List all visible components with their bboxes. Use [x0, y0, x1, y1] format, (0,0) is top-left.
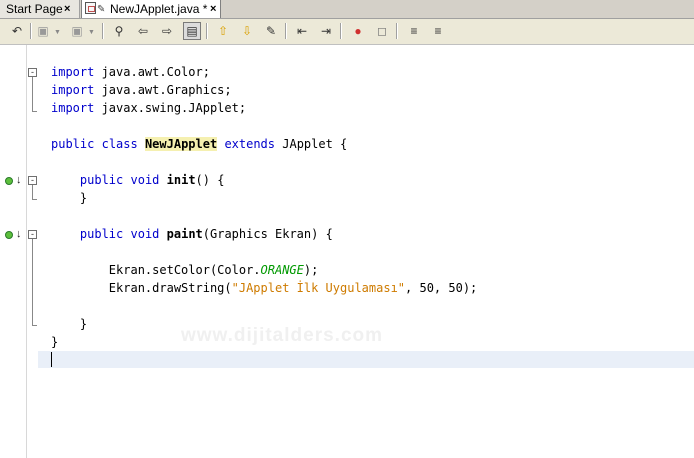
toggle-bookmark-icon[interactable]: ✎ [262, 22, 280, 40]
close-icon[interactable]: × [64, 0, 70, 18]
code-line: } [79, 317, 88, 331]
stop-macro-icon[interactable]: ◻ [373, 22, 391, 40]
code-line: ​ [51, 117, 477, 135]
override-annotation-icon[interactable]: ↓ [5, 228, 23, 241]
code-line: import java.awt.Graphics; [51, 83, 232, 97]
override-annotation-icon[interactable]: ↓ [5, 174, 23, 187]
fold-line [32, 239, 33, 325]
prev-bookmark-icon[interactable]: ⇧ [214, 22, 232, 40]
fold-toggle[interactable]: - [28, 68, 37, 77]
toolbar-separator [340, 23, 342, 39]
start-macro-icon[interactable]: ● [349, 22, 367, 40]
toolbar-separator [396, 23, 398, 39]
uncomment-icon[interactable]: ≡ [429, 22, 447, 40]
fold-line [32, 199, 37, 200]
code-line: } [51, 335, 59, 349]
fold-line [32, 77, 33, 111]
code-line: import javax.swing.JApplet; [51, 101, 247, 115]
close-icon[interactable]: × [210, 0, 216, 18]
tab-label: Start Page [6, 2, 63, 16]
current-line-highlight [38, 351, 694, 368]
tab-start-page[interactable]: Start Page × [0, 0, 80, 18]
fold-toggle[interactable]: - [28, 230, 37, 239]
run-icon[interactable]: ▣ [34, 22, 52, 40]
toolbar-separator [285, 23, 287, 39]
chevron-down-icon[interactable]: ▼ [88, 29, 95, 36]
code-line: public void init() { [79, 173, 225, 187]
shift-left-icon[interactable]: ⇤ [293, 22, 311, 40]
editor-tab-bar: Start Page × ✎ NewJApplet.java * × [0, 0, 694, 19]
comment-icon[interactable]: ≡ [405, 22, 423, 40]
fold-line [32, 111, 37, 112]
code-line: Ekran.drawString("JApplet İlk Uygulaması… [108, 281, 478, 295]
fold-toggle[interactable]: - [28, 176, 37, 185]
editor-toolbar: ↶ ▣ ▼ ▣ ▼ ⚲ ⇦ ⇨ ▤ ⇧ ⇩ ✎ ⇤ ⇥ ● ◻ ≡ ≡ [0, 19, 694, 45]
code-line: import java.awt.Color; [51, 65, 210, 79]
find-next-icon[interactable]: ⇨ [158, 22, 176, 40]
find-prev-icon[interactable]: ⇦ [134, 22, 152, 40]
java-file-icon [85, 2, 96, 14]
tab-newjapplet[interactable]: ✎ NewJApplet.java * × [81, 0, 221, 18]
code-line: } [79, 191, 88, 205]
find-icon[interactable]: ⚲ [110, 22, 128, 40]
tab-label: NewJApplet.java * [110, 2, 208, 16]
fold-line [32, 185, 33, 199]
toolbar-separator [206, 23, 208, 39]
chevron-down-icon[interactable]: ▼ [54, 29, 61, 36]
code-line: ​ [51, 153, 477, 171]
debug-icon[interactable]: ▣ [68, 22, 86, 40]
toggle-highlight-icon[interactable]: ▤ [183, 22, 201, 40]
text-caret [51, 352, 52, 367]
next-bookmark-icon[interactable]: ⇩ [238, 22, 256, 40]
back-to-source-icon[interactable]: ↶ [8, 22, 26, 40]
fold-line [32, 325, 37, 326]
shift-right-icon[interactable]: ⇥ [317, 22, 335, 40]
toolbar-separator [30, 23, 32, 39]
code-line: ​ [51, 207, 477, 225]
code-line: ​ [51, 243, 477, 261]
line-gutter [0, 45, 27, 458]
code-line: public class NewJApplet extends JApplet … [51, 137, 348, 151]
code-line: Ekran.setColor(Color.ORANGE); [108, 263, 319, 277]
code-line: ​ [51, 297, 477, 315]
modified-icon: ✎ [97, 4, 106, 15]
code-editor[interactable]: import java.awt.Color; import java.awt.Gr… [51, 63, 477, 351]
toolbar-separator [102, 23, 104, 39]
code-line: public void paint(Graphics Ekran) { [79, 227, 333, 241]
